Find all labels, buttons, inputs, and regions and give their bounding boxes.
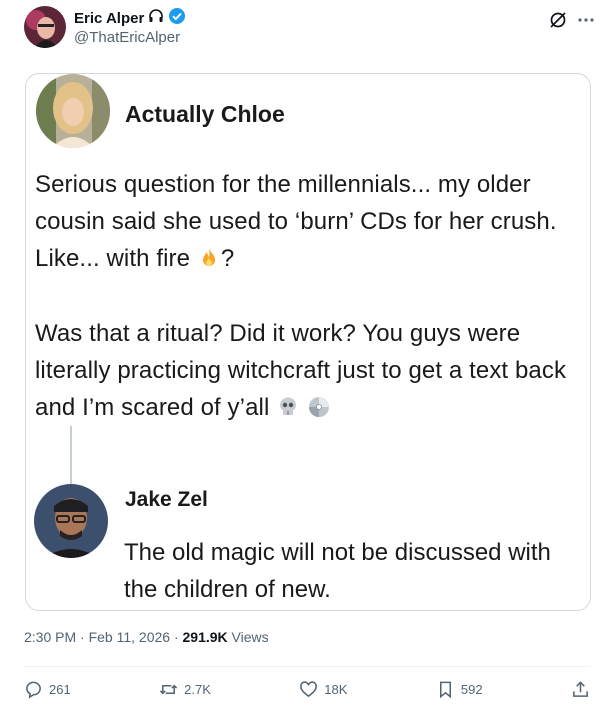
quoted-author-name: Actually Chloe xyxy=(125,101,285,127)
tweet-meta: 2:30 PM · Feb 11, 2026 · 291.9K Views xyxy=(24,629,269,645)
action-bar: 261 2.7K 18K 592 xyxy=(24,680,590,699)
divider xyxy=(24,666,590,667)
quoted-paragraph-1-end: ? xyxy=(220,245,235,272)
headphones-icon xyxy=(148,8,164,28)
bookmark-icon xyxy=(439,681,451,699)
reply-icon xyxy=(26,681,41,699)
share-icon xyxy=(573,681,588,697)
views-count: 291.9K xyxy=(182,629,228,645)
embedded-image-card[interactable]: Actually Chloe Serious question for the … xyxy=(25,73,591,611)
quoted-paragraph-1-text: Serious question for the millennials... … xyxy=(35,171,557,272)
repost-button[interactable]: 2.7K xyxy=(159,680,211,699)
verified-badge-icon[interactable] xyxy=(168,7,186,29)
like-button[interactable]: 18K xyxy=(299,680,347,699)
timestamp[interactable]: 2:30 PM · Feb 11, 2026 · xyxy=(24,629,183,645)
quoted-paragraph-1: Serious question for the millennials... … xyxy=(35,166,580,277)
author-handle[interactable]: @ThatEricAlper xyxy=(74,29,180,46)
author-name[interactable]: Eric Alper xyxy=(74,10,144,27)
grok-icon[interactable] xyxy=(548,10,568,30)
repost-count: 2.7K xyxy=(184,682,211,697)
author-name-row: Eric Alper xyxy=(74,7,186,29)
quoted-paragraph-2: Was that a ritual? Did it work? You guys… xyxy=(35,315,580,426)
top-actions xyxy=(548,10,596,30)
reply-button[interactable]: 261 xyxy=(24,680,71,699)
tweet: Eric Alper @ThatEricAlper Actually Chloe… xyxy=(0,0,614,710)
fire-emoji-icon xyxy=(202,248,215,266)
heart-icon xyxy=(300,681,318,698)
jake-avatar xyxy=(34,484,108,558)
reply-author-name: Jake Zel xyxy=(125,488,208,511)
skull-emoji-icon xyxy=(280,397,297,415)
reply-text: The old magic will not be discussed with… xyxy=(124,539,551,603)
more-icon[interactable] xyxy=(576,10,596,30)
author-avatar[interactable] xyxy=(24,6,66,48)
bookmark-button[interactable]: 592 xyxy=(436,680,483,699)
chloe-avatar xyxy=(36,74,110,148)
views-label: Views xyxy=(227,629,269,645)
disc-emoji-icon xyxy=(308,397,329,417)
quoted-paragraph-2-text: Was that a ritual? Did it work? You guys… xyxy=(35,320,567,421)
thread-connector-line xyxy=(70,426,72,486)
bookmark-count: 592 xyxy=(460,682,483,697)
repost-icon xyxy=(160,684,178,695)
share-button[interactable] xyxy=(571,680,590,699)
reply-count: 261 xyxy=(49,682,71,697)
like-count: 18K xyxy=(324,682,348,697)
